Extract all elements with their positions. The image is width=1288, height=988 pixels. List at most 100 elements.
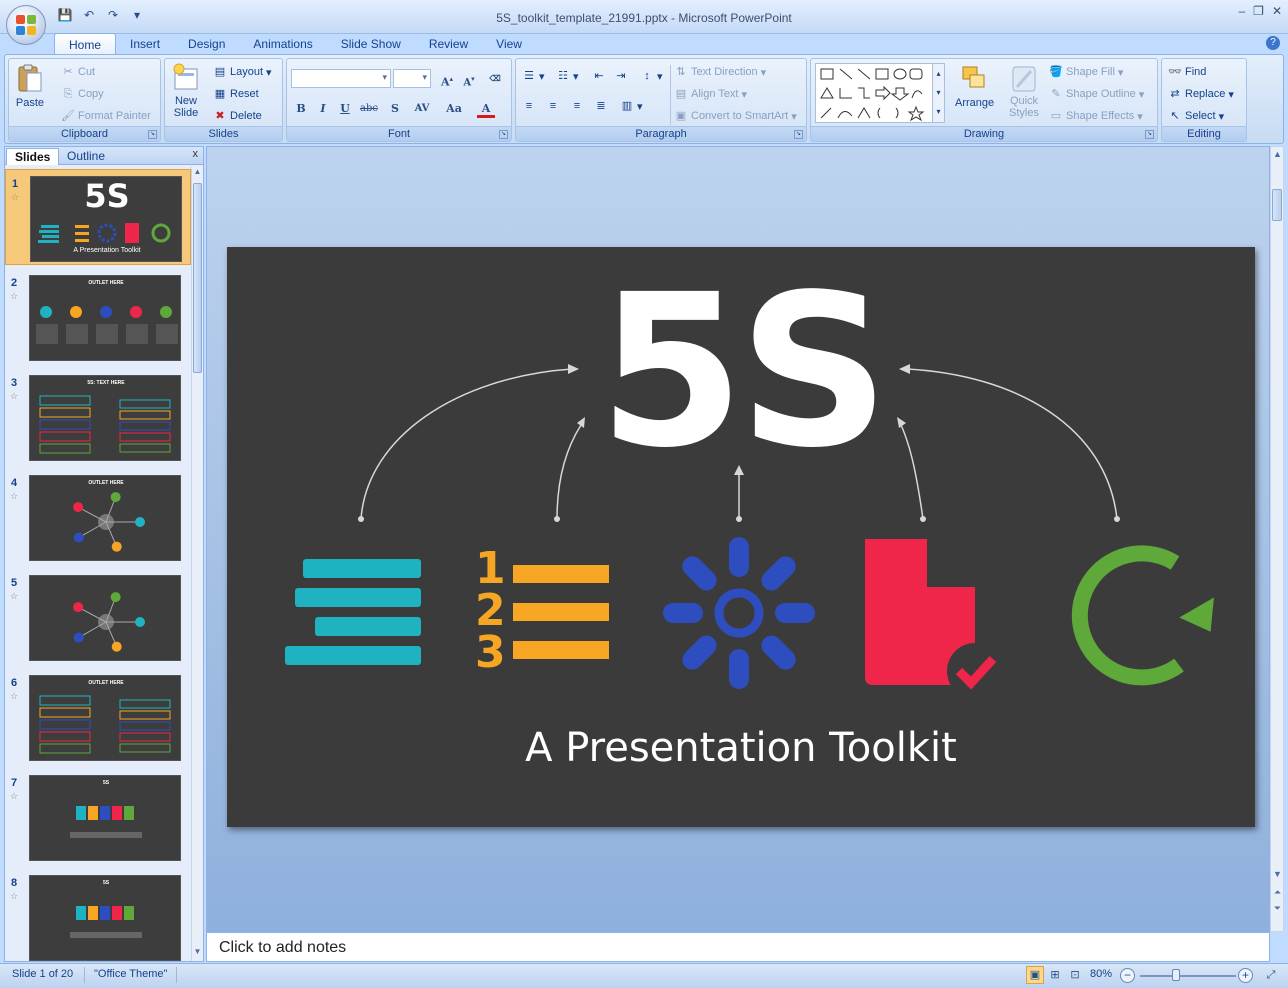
current-slide[interactable]: 1 2 3 5S A Presentation Toolkit [227,247,1255,827]
line-spacing-button[interactable]: ↕ ▾ [640,69,662,83]
slide-show-icon[interactable]: ⊡ [1066,966,1084,984]
font-name-combo[interactable] [291,69,391,88]
quick-styles-icon [1012,66,1036,92]
tab-outline[interactable]: Outline [59,148,113,165]
decrease-indent-button[interactable]: ⇤ [592,69,606,83]
next-slide-icon[interactable]: ⏷ [1272,903,1283,914]
align-left-button[interactable]: ≡ [522,99,536,113]
tab-design[interactable]: Design [174,33,239,55]
fit-to-window-icon[interactable]: ⤢ [1262,966,1280,984]
zoom-out-icon[interactable]: − [1120,968,1135,983]
grow-font-icon[interactable]: A▴ [437,69,457,89]
tab-slides[interactable]: Slides [6,148,60,165]
tab-home[interactable]: Home [54,33,117,55]
justify-button[interactable]: ≣ [594,99,608,113]
cut-button[interactable]: ✂ Cut [61,65,95,79]
slide-sorter-icon[interactable]: ⊞ [1046,966,1064,984]
bullets-button[interactable]: ☰ ▾ [522,69,544,83]
paste-button[interactable]: Paste [15,63,45,109]
align-text-button[interactable]: ▤ Align Text ▾ [674,87,747,101]
shape-outline-button[interactable]: ✎ Shape Outline ▾ [1049,87,1144,101]
align-right-button[interactable]: ≡ [570,99,584,113]
paragraph-launcher-icon[interactable]: ↘ [794,130,803,139]
shapes-gallery[interactable]: ▴ ▾ ▾ [815,63,945,123]
convert-smartart-button[interactable]: ▣ Convert to SmartArt ▾ [674,109,797,123]
notes-pane[interactable]: Click to add notes [206,932,1270,962]
zoom-slider-track[interactable] [1140,975,1236,977]
scroll-thumb[interactable] [1272,189,1282,221]
font-size-combo[interactable] [393,69,431,88]
strikethrough-button[interactable]: abc [359,99,379,118]
underline-button[interactable]: U [335,99,355,118]
slide-thumbnail[interactable]: 3 ☆ 5S: TEXT HERE [5,369,191,465]
tab-animations[interactable]: Animations [239,33,326,55]
align-center-button[interactable]: ≡ [546,99,560,113]
gallery-scroll[interactable]: ▴ ▾ ▾ [932,64,944,122]
clear-formatting-icon[interactable]: ⌫ [485,69,505,88]
close-icon[interactable]: x [193,148,199,160]
help-icon[interactable]: ? [1266,36,1280,50]
copy-button[interactable]: ⎘ Copy [61,87,104,101]
tab-slide-show[interactable]: Slide Show [327,33,415,55]
select-button[interactable]: ↖ Select ▾ [1168,109,1224,123]
find-button[interactable]: 👓 Find [1168,65,1206,79]
thumbnail-subtitle: A Presentation Toolkit [73,247,141,254]
previous-slide-icon[interactable]: ⏶ [1272,887,1283,898]
scroll-thumb[interactable] [193,183,202,373]
restore-icon[interactable]: ❐ [1253,4,1264,18]
italic-button[interactable]: I [313,99,333,118]
slides-scrollbar[interactable]: ▲ ▼ [191,167,203,961]
slide-thumbnail[interactable]: 1 ☆ 5S A Presentation Toolkit [5,169,191,265]
slide-title[interactable]: 5S [227,267,1255,477]
minimize-icon[interactable]: – [1238,4,1245,18]
tab-insert[interactable]: Insert [116,33,174,55]
quick-styles-button[interactable]: Quick Styles [1009,63,1039,119]
shadow-button[interactable]: S [385,99,405,118]
text-direction-button[interactable]: ⇅ Text Direction ▾ [674,65,766,79]
office-button[interactable] [6,5,46,45]
font-color-button[interactable]: A [477,99,495,118]
slide-thumbnail[interactable]: 6 ☆ OUTLET HERE [5,669,191,765]
increase-indent-button[interactable]: ⇥ [614,69,628,83]
standardize-icon [865,539,1003,699]
change-case-button[interactable]: Aa [441,99,467,118]
drawing-launcher-icon[interactable]: ↘ [1145,130,1154,139]
delete-button[interactable]: ✖ Delete [213,109,261,123]
shape-effects-button[interactable]: ▭ Shape Effects ▾ [1049,109,1143,123]
arrange-button[interactable]: Arrange [955,63,994,109]
replace-button[interactable]: ⇄ Replace ▾ [1168,87,1234,101]
bold-button[interactable]: B [291,99,311,118]
slide-subtitle[interactable]: A Presentation Toolkit [227,725,1255,771]
scroll-up-icon[interactable]: ▲ [1272,149,1283,159]
slide-thumbnail[interactable]: 8 ☆ 5S [5,869,191,961]
reset-button[interactable]: ▦ Reset [213,87,259,101]
close-icon[interactable]: ✕ [1272,4,1282,18]
tab-review[interactable]: Review [415,33,482,55]
format-painter-button[interactable]: 🖌 Format Painter [61,109,151,123]
shrink-font-icon[interactable]: A▾ [459,69,479,88]
zoom-in-icon[interactable]: + [1238,968,1253,983]
zoom-level[interactable]: 80% [1090,968,1112,980]
normal-view-icon[interactable]: ▣ [1026,966,1044,984]
columns-button[interactable]: ▥ ▾ [620,99,643,113]
slide-thumbnail[interactable]: 2 ☆ OUTLET HERE [5,269,191,365]
tab-view[interactable]: View [482,33,536,55]
shape-fill-button[interactable]: 🪣 Shape Fill ▾ [1049,65,1123,79]
font-launcher-icon[interactable]: ↘ [499,130,508,139]
numbering-button[interactable]: ☷ ▾ [556,69,578,83]
slide-thumbnail[interactable]: 5 ☆ [5,569,191,665]
clipboard-launcher-icon[interactable]: ↘ [148,130,157,139]
character-spacing-button[interactable]: AV [409,99,435,118]
layout-button[interactable]: ▤ Layout ▾ [213,65,272,79]
slide-thumbnail[interactable]: 4 ☆ OUTLET HERE [5,469,191,565]
thumbnail-preview: 5S [29,775,181,861]
new-slide-button[interactable]: New Slide [171,63,201,119]
smartart-icon: ▣ [675,110,687,122]
zoom-slider-thumb[interactable] [1172,969,1180,981]
scroll-down-icon[interactable]: ▼ [192,947,203,961]
scroll-down-icon[interactable]: ▼ [1272,869,1283,879]
main-scrollbar[interactable]: ▲ ▼ ⏶ ⏷ [1270,146,1284,932]
ribbon-tabs: Home Insert Design Animations Slide Show… [54,33,536,55]
slide-thumbnail[interactable]: 7 ☆ 5S [5,769,191,865]
scroll-up-icon[interactable]: ▲ [192,167,203,181]
